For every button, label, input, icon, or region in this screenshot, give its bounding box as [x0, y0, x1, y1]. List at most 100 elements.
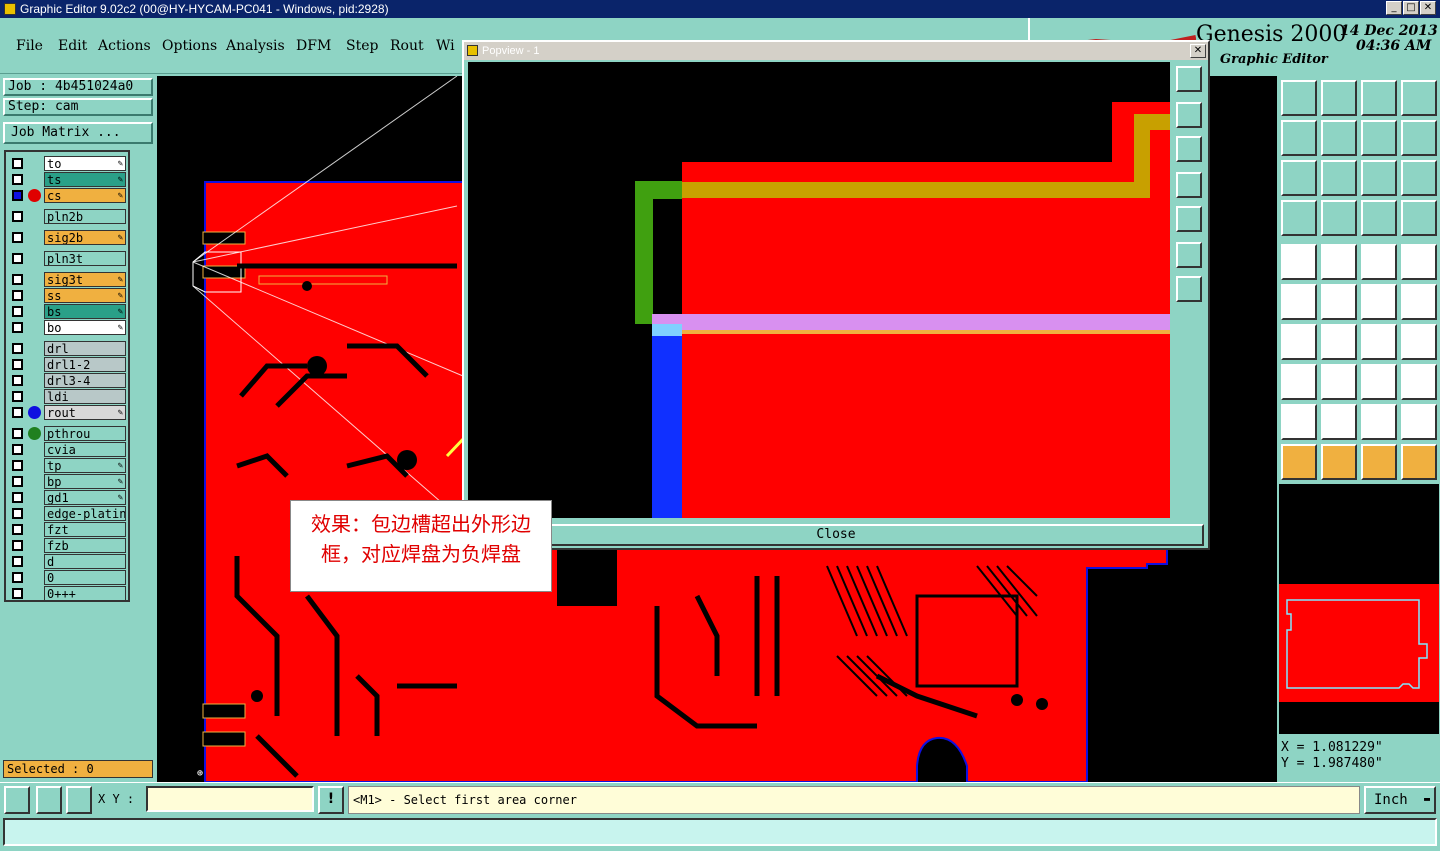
layer-checkbox[interactable] — [12, 343, 23, 354]
menu-window[interactable]: Wi — [436, 38, 455, 54]
triangle4-icon[interactable] — [1401, 404, 1437, 440]
layer-name[interactable]: 0 — [44, 570, 126, 585]
layer-name[interactable]: ts ✎ — [44, 172, 126, 187]
move-right-icon[interactable] — [1321, 120, 1357, 156]
pad-line-icon[interactable] — [1361, 284, 1397, 320]
tools-icon[interactable] — [1281, 200, 1317, 236]
layer-name[interactable]: pln2b — [44, 209, 126, 224]
split-line-icon[interactable] — [1321, 364, 1357, 400]
layer-name[interactable]: drl — [44, 341, 126, 356]
zoom-in-icon[interactable] — [1176, 242, 1202, 268]
layer-row-ldi[interactable]: ldi — [8, 389, 126, 404]
draw-line-icon[interactable] — [1321, 324, 1357, 360]
layer-row-drl[interactable]: drl — [8, 341, 126, 356]
layer-name[interactable]: bs ✎ — [44, 304, 126, 319]
layer-row-bp[interactable]: bp ✎ — [8, 474, 126, 489]
layer-row-edge-plating[interactable]: edge-plating — [8, 506, 126, 521]
layer-row-cs[interactable]: cs ✎ — [8, 188, 126, 203]
net-icon[interactable] — [1401, 444, 1437, 480]
layer-checkbox[interactable] — [12, 190, 23, 201]
connect-icon[interactable] — [1281, 284, 1317, 320]
measure-icon[interactable] — [36, 786, 62, 814]
marquee-icon[interactable] — [1401, 244, 1437, 280]
layer-name[interactable]: to ✎ — [44, 156, 126, 171]
layer-checkbox[interactable] — [12, 572, 23, 583]
layer-row-pln2b[interactable]: pln2b — [8, 209, 126, 224]
menu-actions[interactable]: Actions — [98, 38, 151, 54]
menu-step[interactable]: Step — [346, 38, 378, 54]
cut-line-icon[interactable] — [1321, 284, 1357, 320]
zoom-home-icon[interactable] — [1176, 66, 1202, 92]
layer-name[interactable]: d — [44, 554, 126, 569]
grid-icon[interactable] — [66, 786, 92, 814]
layer-name[interactable]: cvia — [44, 442, 126, 457]
home-icon[interactable] — [1361, 80, 1397, 116]
layer-row-fzb[interactable]: fzb — [8, 538, 126, 553]
undo-icon[interactable] — [1361, 120, 1397, 156]
snap-pad-icon[interactable] — [1361, 200, 1397, 236]
zoom-out-icon[interactable] — [1176, 276, 1202, 302]
menu-options[interactable]: Options — [162, 38, 217, 54]
layer-checkbox[interactable] — [12, 306, 23, 317]
layer-name[interactable]: pthrou — [44, 426, 126, 441]
arc-icon[interactable] — [1361, 324, 1397, 360]
layer-checkbox[interactable] — [12, 232, 23, 243]
layer-checkbox[interactable] — [12, 556, 23, 567]
popview-canvas[interactable] — [468, 62, 1170, 518]
node-icon[interactable] — [1281, 364, 1317, 400]
layer-name[interactable]: drl1-2 — [44, 357, 126, 372]
popview-close-button[interactable]: Close — [468, 524, 1204, 546]
layer-row-ts[interactable]: ts ✎ — [8, 172, 126, 187]
maximize-button[interactable]: □ — [1403, 1, 1419, 15]
layer-checkbox[interactable] — [12, 391, 23, 402]
layer-name[interactable]: tp ✎ — [44, 458, 126, 473]
pad-line2-icon[interactable] — [1401, 284, 1437, 320]
layer-checkbox[interactable] — [12, 290, 23, 301]
pan-right-icon[interactable] — [1176, 206, 1202, 232]
layer-name[interactable]: bp ✎ — [44, 474, 126, 489]
pointer-target-icon[interactable] — [1361, 444, 1397, 480]
copy-icon[interactable] — [1281, 80, 1317, 116]
menu-file[interactable]: File — [16, 38, 43, 54]
layer-row-0[interactable]: 0 — [8, 570, 126, 585]
layer-row-sig3t[interactable]: sig3t ✎ — [8, 272, 126, 287]
alert-icon[interactable]: ! — [318, 786, 344, 814]
layer-row-d[interactable]: d — [8, 554, 126, 569]
pan-down-icon[interactable] — [1176, 136, 1202, 162]
layer-checkbox[interactable] — [12, 211, 23, 222]
triangle3-icon[interactable] — [1361, 404, 1397, 440]
layer-name[interactable]: cs ✎ — [44, 188, 126, 203]
popview-close-icon[interactable]: ✕ — [1190, 44, 1206, 58]
menu-edit[interactable]: Edit — [58, 38, 87, 54]
layer-checkbox[interactable] — [12, 476, 23, 487]
layer-checkbox[interactable] — [12, 492, 23, 503]
text-icon[interactable] — [1401, 324, 1437, 360]
layer-checkbox[interactable] — [12, 524, 23, 535]
fit-icon[interactable] — [1281, 160, 1317, 196]
layer-row-bs[interactable]: bs ✎ — [8, 304, 126, 319]
snap-icon[interactable] — [4, 786, 30, 814]
layer-checkbox[interactable] — [12, 407, 23, 418]
layer-name[interactable]: ss ✎ — [44, 288, 126, 303]
close-window-button[interactable]: ✕ — [1420, 1, 1436, 15]
layer-row-0+++[interactable]: 0+++ — [8, 586, 126, 601]
layer-checkbox[interactable] — [12, 274, 23, 285]
layer-name[interactable]: sig2b ✎ — [44, 230, 126, 245]
minimap[interactable] — [1279, 484, 1439, 734]
layer-row-rout[interactable]: rout ✎ — [8, 405, 126, 420]
layer-checkbox[interactable] — [12, 444, 23, 455]
paste-icon[interactable] — [1321, 80, 1357, 116]
grid-toggle-icon[interactable] — [1321, 200, 1357, 236]
layer-row-ss[interactable]: ss ✎ — [8, 288, 126, 303]
center-icon[interactable] — [1321, 160, 1357, 196]
menu-analysis[interactable]: Analysis — [226, 38, 285, 54]
layer-row-cvia[interactable]: cvia — [8, 442, 126, 457]
snap-pad2-icon[interactable] — [1401, 200, 1437, 236]
select-pad-icon[interactable] — [1281, 244, 1317, 280]
menu-dfm[interactable]: DFM — [296, 38, 331, 54]
layer-name[interactable]: sig3t ✎ — [44, 272, 126, 287]
pointer-box-icon[interactable] — [1321, 444, 1357, 480]
layer-row-bo[interactable]: bo ✎ — [8, 320, 126, 335]
layer-checkbox[interactable] — [12, 540, 23, 551]
layer-checkbox[interactable] — [12, 508, 23, 519]
